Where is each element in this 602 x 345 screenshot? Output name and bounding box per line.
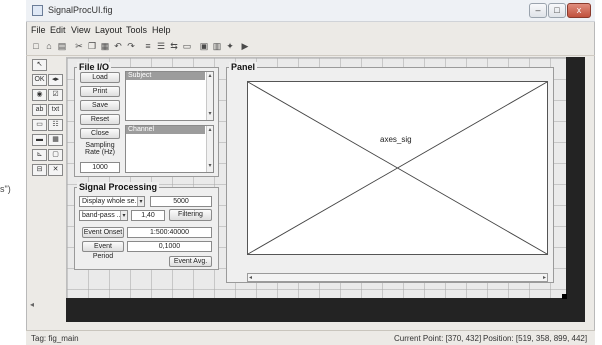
horizontal-slider[interactable]: ◂ ▸ [247, 273, 548, 282]
axes-tag-label: axes_sig [380, 135, 412, 144]
scroll-down-arrow[interactable]: ▾ [207, 110, 213, 117]
event-period-label: Event Period [82, 241, 124, 260]
menu-layout[interactable]: Layout [95, 25, 122, 35]
signal-panel-title: Panel [229, 62, 258, 72]
run-icon[interactable]: ▶ [239, 40, 251, 52]
channel-listbox[interactable]: Channel [125, 125, 214, 173]
tab-order-icon[interactable]: ⇆ [168, 40, 180, 52]
undo-icon[interactable]: ↶ [112, 40, 124, 52]
axes-tool-icon[interactable]: ⊾ [32, 149, 47, 161]
paste-icon[interactable]: ▦ [99, 40, 111, 52]
object-browser-icon[interactable]: ✦ [224, 40, 236, 52]
window-title: SignalProcUI.fig [48, 5, 113, 15]
scroll-up-arrow[interactable]: ▴ [207, 126, 213, 133]
figure-resize-margin-right [566, 57, 585, 298]
signal-processing-panel-title: Signal Processing [77, 182, 160, 192]
pushbutton-tool-icon[interactable]: OK [32, 74, 47, 86]
slider-left-arrow[interactable]: ◂ [249, 274, 252, 282]
panel-tool-icon[interactable]: ▢ [48, 149, 63, 161]
filtering-button[interactable]: Filtering [169, 209, 212, 221]
chevron-down-icon[interactable]: ▾ [120, 211, 127, 220]
subject-list-scrollbar[interactable]: ▴ ▾ [206, 72, 213, 120]
activex-tool-icon[interactable]: ✕ [48, 164, 63, 176]
scroll-down-arrow[interactable]: ▾ [207, 162, 213, 169]
listbox-tool-icon[interactable]: ☷ [48, 119, 63, 131]
menu-editor-icon[interactable]: ☰ [155, 40, 167, 52]
scroll-left-arrow[interactable]: ◂ [30, 300, 34, 309]
open-icon[interactable]: ⌂ [43, 40, 55, 52]
display-length-input[interactable]: 5000 [150, 196, 212, 207]
save-button[interactable]: Save [80, 100, 120, 111]
scroll-up-arrow[interactable]: ▴ [207, 72, 213, 79]
button-group-tool-icon[interactable]: ⊟ [32, 164, 47, 176]
menu-tools[interactable]: Tools [126, 25, 147, 35]
toggle-button-tool-icon[interactable]: ▬ [32, 134, 47, 146]
status-current-point: Current Point: [370, 432] [394, 334, 482, 343]
copy-icon[interactable]: ❐ [86, 40, 98, 52]
maximize-button[interactable]: □ [548, 3, 566, 18]
chevron-down-icon[interactable]: ▾ [137, 197, 144, 206]
cut-icon[interactable]: ✂ [73, 40, 85, 52]
checkbox-tool-icon[interactable]: ☑ [48, 89, 63, 101]
channel-list-item[interactable]: Channel [126, 126, 205, 134]
align-icon[interactable]: ≡ [142, 40, 154, 52]
matlab-figure-icon [32, 5, 43, 16]
minimize-button[interactable]: – [529, 3, 547, 18]
radiobutton-tool-icon[interactable]: ◉ [32, 89, 47, 101]
event-average-button[interactable]: Event Avg. [169, 256, 212, 267]
menu-edit[interactable]: Edit [50, 25, 66, 35]
figure-resize-margin-bottom [66, 298, 585, 322]
popup-menu-tool-icon[interactable]: ▭ [32, 119, 47, 131]
slider-tool-icon[interactable]: ◂▸ [48, 74, 63, 86]
figure-resize-handle[interactable] [562, 294, 567, 299]
mfile-editor-icon[interactable]: ▣ [198, 40, 210, 52]
new-icon[interactable]: □ [30, 40, 42, 52]
sampling-rate-input[interactable]: 1000 [80, 162, 120, 173]
toolbar-editor-icon[interactable]: ▭ [181, 40, 193, 52]
redo-icon[interactable]: ↷ [125, 40, 137, 52]
static-text-tool-icon[interactable]: txt [48, 104, 63, 116]
property-inspector-icon[interactable]: ▥ [211, 40, 223, 52]
menu-view[interactable]: View [71, 25, 90, 35]
edit-text-tool-icon[interactable]: ab [32, 104, 47, 116]
channel-list-scrollbar[interactable]: ▴ ▾ [206, 126, 213, 172]
close-button[interactable]: Close [80, 128, 120, 139]
select-tool-icon[interactable]: ↖ [32, 59, 47, 71]
status-position: Position: [519, 358, 899, 442] [483, 334, 588, 343]
event-period-input[interactable]: 0,1000 [127, 241, 212, 252]
file-io-panel-title: File I/O [77, 62, 112, 72]
load-button[interactable]: Load [80, 72, 120, 83]
reset-button[interactable]: Reset [80, 114, 120, 125]
event-onset-input[interactable]: 1:500:40000 [127, 227, 212, 238]
menu-file[interactable]: File [31, 25, 46, 35]
background-text-fragment: s") [0, 184, 11, 194]
print-button[interactable]: Print [80, 86, 120, 97]
filter-band-input[interactable]: 1,40 [131, 210, 165, 221]
display-mode-popup[interactable]: Display whole se... [79, 196, 145, 207]
axes-cross-lines [248, 82, 547, 254]
save-icon[interactable]: ▤ [56, 40, 68, 52]
status-tag: Tag: fig_main [31, 334, 79, 343]
table-tool-icon[interactable]: ▦ [48, 134, 63, 146]
subject-listbox[interactable]: Subject [125, 71, 214, 121]
event-onset-label: Event Onset [82, 227, 124, 238]
subject-list-item[interactable]: Subject [126, 72, 205, 80]
close-window-button[interactable]: x [567, 3, 591, 18]
menu-help[interactable]: Help [152, 25, 171, 35]
slider-right-arrow[interactable]: ▸ [543, 274, 546, 282]
axes-placeholder[interactable]: axes_sig [247, 81, 548, 255]
sampling-rate-label: Sampling Rate (Hz) [85, 142, 115, 156]
